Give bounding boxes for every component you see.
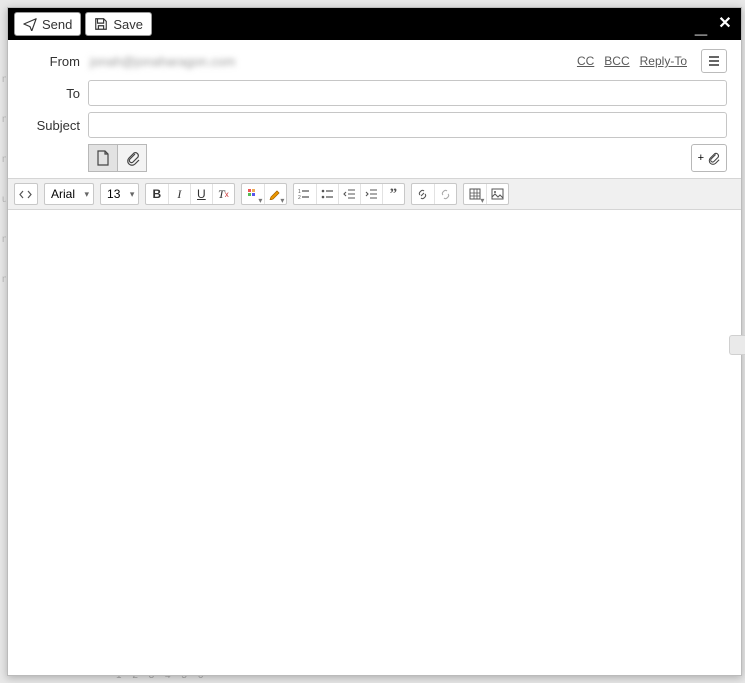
- to-row: To: [22, 80, 727, 106]
- unlink-icon: [439, 188, 452, 201]
- unlink-button[interactable]: [434, 184, 456, 204]
- save-icon: [94, 17, 108, 31]
- compose-window: Send Save _ ✕ From jonah@jonaharagon.com…: [7, 7, 742, 676]
- cc-link[interactable]: CC: [577, 54, 594, 68]
- text-color-icon: [247, 188, 259, 200]
- blockquote-button[interactable]: ”: [382, 184, 404, 204]
- from-value[interactable]: jonah@jonaharagon.com: [88, 54, 235, 69]
- font-family-select[interactable]: Arial: [44, 183, 94, 205]
- editor-toolbar: Arial 13 B I U Tx 12: [8, 178, 741, 210]
- options-menu-button[interactable]: [701, 49, 727, 73]
- subject-label: Subject: [22, 118, 88, 133]
- ol-icon: 12: [298, 188, 311, 201]
- outdent-button[interactable]: [338, 184, 360, 204]
- link-button[interactable]: [412, 184, 434, 204]
- editor-body[interactable]: [8, 210, 741, 675]
- send-button[interactable]: Send: [14, 12, 81, 36]
- save-button[interactable]: Save: [85, 12, 152, 36]
- compose-header: From jonah@jonaharagon.com CC BCC Reply-…: [8, 40, 741, 178]
- code-icon: [19, 188, 32, 201]
- indent-icon: [365, 188, 378, 201]
- save-label: Save: [113, 17, 143, 32]
- to-label: To: [22, 86, 88, 101]
- ordered-list-button[interactable]: 12: [294, 184, 316, 204]
- to-input[interactable]: [88, 80, 727, 106]
- from-label: From: [22, 54, 88, 69]
- plus-icon: +: [698, 152, 704, 164]
- svg-text:2: 2: [298, 195, 301, 201]
- bcc-link[interactable]: BCC: [604, 54, 629, 68]
- body-tab-button[interactable]: [88, 144, 118, 172]
- from-row: From jonah@jonaharagon.com CC BCC Reply-…: [22, 48, 727, 74]
- strike-button[interactable]: Tx: [212, 184, 234, 204]
- image-button[interactable]: [486, 184, 508, 204]
- titlebar: Send Save _ ✕: [8, 8, 741, 40]
- add-attachment-button[interactable]: +: [691, 144, 727, 172]
- font-family-value: Arial: [51, 187, 75, 201]
- table-button[interactable]: [464, 184, 486, 204]
- font-size-select[interactable]: 13: [100, 183, 139, 205]
- reply-to-link[interactable]: Reply-To: [640, 54, 687, 68]
- outdent-icon: [343, 188, 356, 201]
- subject-row: Subject: [22, 112, 727, 138]
- font-size-value: 13: [107, 187, 120, 201]
- table-icon: [469, 188, 481, 200]
- underline-button[interactable]: U: [190, 184, 212, 204]
- document-icon: [96, 150, 110, 166]
- close-button[interactable]: ✕: [715, 16, 735, 32]
- italic-button[interactable]: I: [168, 184, 190, 204]
- hamburger-icon: [707, 54, 721, 68]
- attachment-bar: +: [22, 144, 727, 172]
- send-label: Send: [42, 17, 72, 32]
- unordered-list-button[interactable]: [316, 184, 338, 204]
- attachments-tab-button[interactable]: [117, 144, 147, 172]
- highlight-button[interactable]: [264, 184, 286, 204]
- minimize-button[interactable]: _: [691, 11, 711, 37]
- subject-input[interactable]: [88, 112, 727, 138]
- source-button[interactable]: [15, 184, 37, 204]
- indent-button[interactable]: [360, 184, 382, 204]
- ul-icon: [321, 188, 334, 201]
- text-color-button[interactable]: [242, 184, 264, 204]
- side-tab[interactable]: [729, 335, 745, 355]
- paper-plane-icon: [23, 17, 37, 31]
- paperclip-icon: [124, 150, 140, 166]
- bold-button[interactable]: B: [146, 184, 168, 204]
- paperclip-icon: [706, 151, 720, 165]
- image-icon: [491, 188, 504, 200]
- link-icon: [416, 188, 429, 201]
- highlight-icon: [269, 188, 281, 200]
